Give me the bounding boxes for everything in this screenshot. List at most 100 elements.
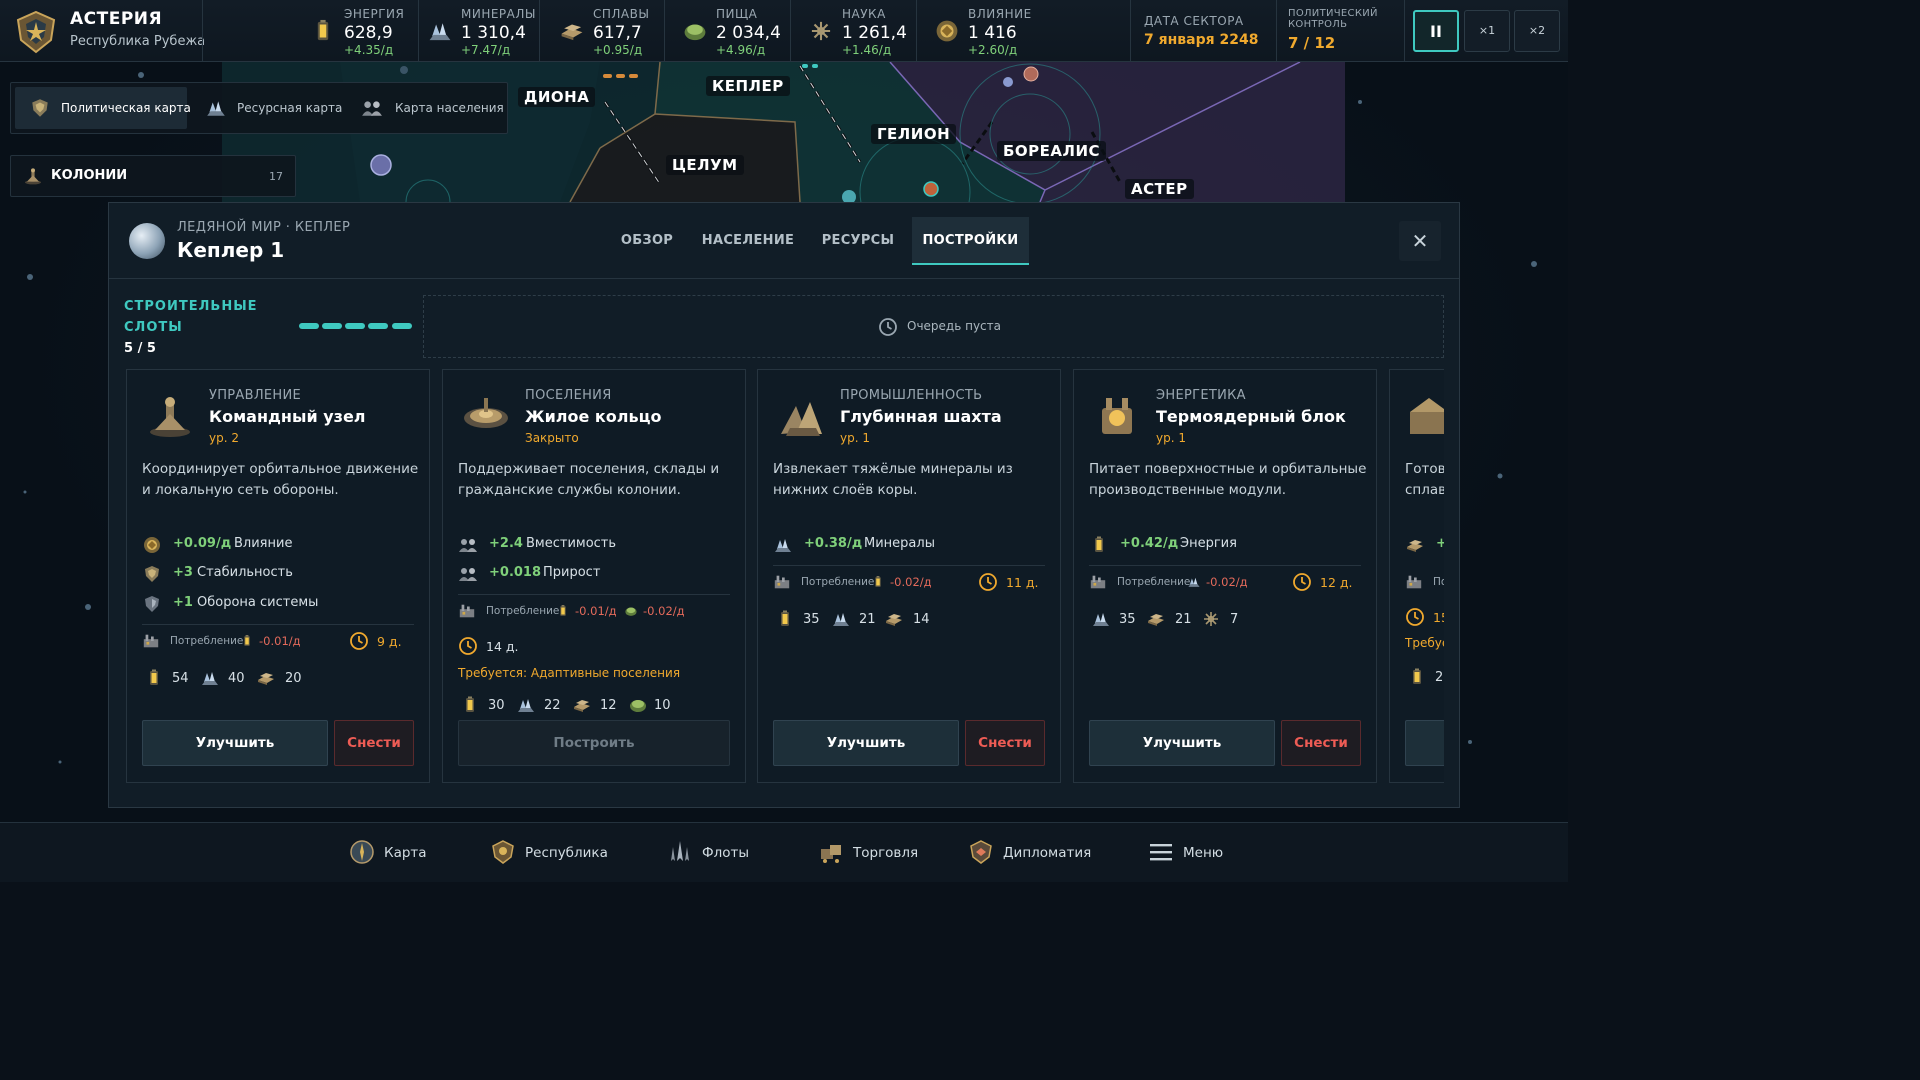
building-card-deep-mine[interactable]: ПРОМЫШЛЕННОСТЬ Глубинная шахта ур. 1 Изв… [757,369,1061,783]
minerals-icon [1091,609,1111,629]
resource-label: НАУКА [842,7,886,21]
shield-icon [142,594,162,614]
effect-value: +3 [173,565,193,580]
cost-value: 54 [172,671,189,686]
menu-icon [1150,844,1172,861]
tab-resource-map[interactable]: Ресурсная карта [195,87,345,129]
divider [1404,0,1405,62]
system-label-borealis[interactable]: БОРЕАЛИС [997,141,1107,161]
building-card-fusion-block[interactable]: ЭНЕРГЕТИКА Термоядерный блок ур. 1 Питае… [1073,369,1377,783]
science-icon [1201,609,1221,629]
resource-value: 1 416 [968,23,1017,43]
building-description: Готові сплав [1405,461,1444,498]
resource-rate: +1.46/д [842,43,892,57]
energy-icon [556,604,570,618]
building-description: Извлекает тяжёлые минералы из нижних сло… [773,461,1013,498]
divider [142,624,414,625]
cost-value: 35 [1119,612,1136,627]
cost-value: 14 [913,612,930,627]
resource-food[interactable]: ПИЩА 2 034,4 +4.96/д [682,0,792,62]
effect-name: Прирост [543,565,601,580]
upgrade-button[interactable]: Улучшить [773,720,959,766]
resource-energy[interactable]: ЭНЕРГИЯ 628,9 +4.35/д [310,0,420,62]
minerals-icon [773,535,793,555]
colonies-button[interactable]: КОЛОНИИ 17 [10,155,296,197]
resource-label: СПЛАВЫ [593,7,650,21]
alloys-icon [1146,609,1166,629]
consumption-row: По [1405,571,1444,593]
cost-value: 2 [1435,670,1444,685]
divider [773,565,1045,566]
alloys-icon [884,609,904,629]
tab-resources[interactable]: РЕСУРСЫ [809,217,907,265]
food-icon [628,695,648,715]
divider [458,594,730,595]
build-button[interactable]: Построить [458,720,730,766]
consumption-value: -0.01/д [259,634,301,648]
tab-population-map[interactable]: Карта населения [351,87,504,129]
effect-value: +0.09/д [173,536,232,551]
clock-icon [1292,572,1312,592]
tab-political-map[interactable]: Политическая карта [15,87,191,129]
upgrade-button[interactable]: Улучшить [1089,720,1275,766]
speed-x2-button[interactable]: ×2 [1514,10,1560,52]
speed-x1-button[interactable]: ×1 [1464,10,1510,52]
building-card-command-node[interactable]: УПРАВЛЕНИЕ Командный узел ур. 2 Координи… [126,369,430,783]
system-label-aster[interactable]: АСТЕР [1125,179,1194,199]
resource-alloys[interactable]: СПЛАВЫ 617,7 +0.95/д [559,0,669,62]
consumption-label: По [1433,576,1444,588]
building-locked-status: Закрыто [525,431,579,445]
tab-label: Ресурсная карта [237,101,343,115]
close-button[interactable]: ✕ [1399,221,1441,261]
factory-icon [142,632,160,650]
resource-label: ЭНЕРГИЯ [344,7,405,21]
building-card-habitat-ring[interactable]: ПОСЕЛЕНИЯ Жилое кольцо Закрыто Поддержив… [442,369,746,783]
build-time-value: 14 д. [486,639,519,654]
pause-button[interactable]: II [1413,10,1459,52]
nav-label: Меню [1183,845,1224,861]
demolish-button[interactable]: Снести [965,720,1045,766]
building-slots-label: СТРОИТЕЛЬНЫЕ СЛОТЫ [124,299,258,335]
demolish-button[interactable]: Снести [334,720,414,766]
effect-value: +0.018 [489,565,542,580]
system-label-gelion[interactable]: ГЕЛИОН [871,124,957,144]
upgrade-button[interactable]: Улучшить [142,720,328,766]
clock-icon [458,636,478,656]
energy-icon [144,668,164,688]
empire-subtitle: Республика Рубежа [70,34,206,49]
system-label-diona[interactable]: ДИОНА [518,87,596,107]
diplomacy-icon [970,840,992,864]
divider [1276,0,1277,62]
cost-value: 7 [1230,612,1239,627]
system-label-celum[interactable]: ЦЕЛУМ [666,155,744,175]
system-label-kepler[interactable]: КЕПЛЕР [706,76,790,96]
cost-row: 2 [1405,667,1444,689]
tab-population[interactable]: НАСЕЛЕНИЕ [695,217,801,265]
resource-science[interactable]: НАУКА 1 261,4 +1.46/д [808,0,918,62]
building-card-partial[interactable]: Готові сплав + По 15 Требуе 2 [1389,369,1444,783]
consumption-value: -0.02/д [890,575,932,589]
divider [664,0,665,62]
influence-icon [934,18,960,44]
empire-emblem-icon[interactable] [14,10,58,54]
resource-influence[interactable]: ВЛИЯНИЕ 1 416 +2.60/д [934,0,1044,62]
queue-status: Очередь пуста [907,319,1001,333]
colonies-label: КОЛОНИИ [51,168,128,183]
resource-rate: +7.47/д [461,43,511,57]
upgrade-button[interactable] [1405,720,1444,766]
effect-name: Минералы [864,536,935,551]
demolish-button[interactable]: Снести [1281,720,1361,766]
build-time-value: 9 д. [377,634,402,649]
resource-label: ВЛИЯНИЕ [968,7,1032,21]
influence-icon [142,535,162,555]
tab-overview[interactable]: ОБЗОР [607,217,687,265]
cost-value: 35 [803,612,820,627]
cost-value: 12 [600,698,617,713]
building-slots-value: 5 / 5 [124,341,156,356]
tab-buildings[interactable]: ПОСТРОЙКИ [912,217,1029,265]
resource-minerals[interactable]: МИНЕРАЛЫ 1 310,4 +7.47/д [427,0,537,62]
resource-value: 1 261,4 [842,23,907,43]
effect-name: Влияние [234,536,293,551]
colonies-count: 17 [269,170,283,183]
build-queue: Очередь пуста [423,295,1444,358]
